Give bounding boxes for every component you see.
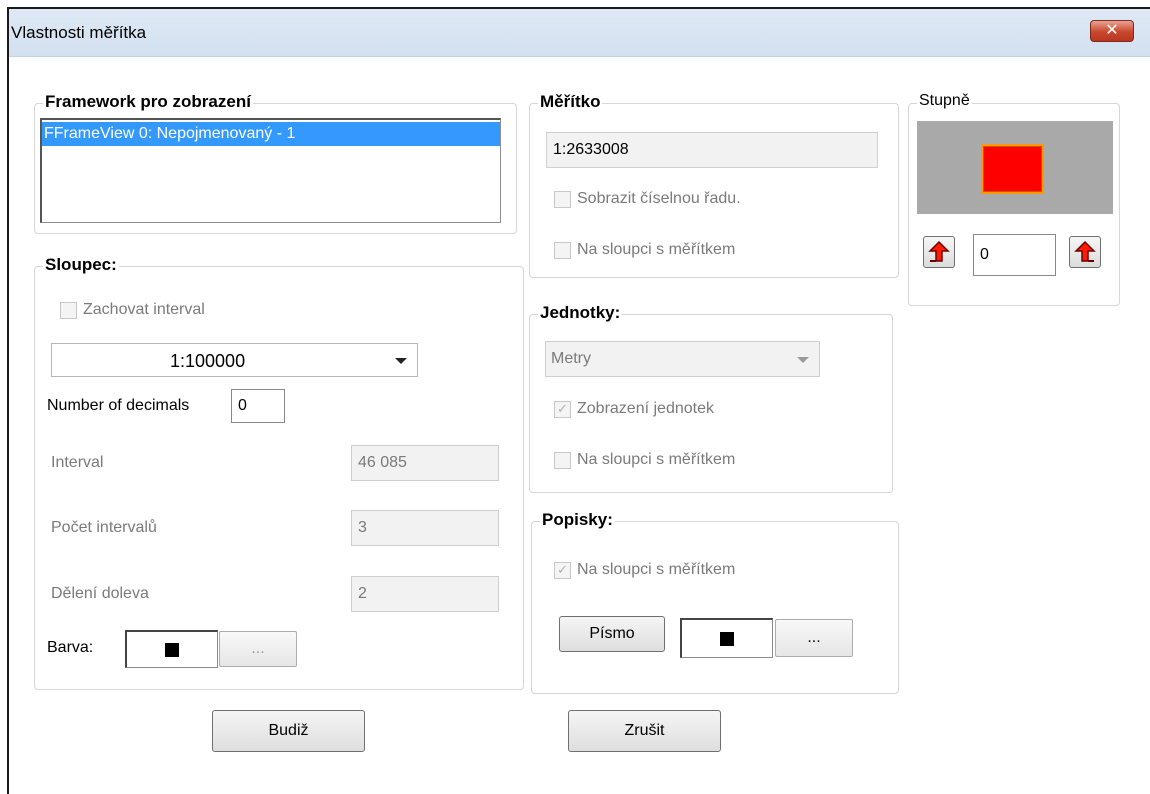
window-title: Vlastnosti měřítka xyxy=(11,23,147,42)
scale-select-value: 1:100000 xyxy=(170,351,246,371)
meritko-on-bar-box[interactable] xyxy=(554,241,571,259)
jednotky-group: Jednotky: Metry ✓ Zobrazení jednotek Na … xyxy=(529,303,893,493)
show-units-label: Zobrazení jednotek xyxy=(577,400,714,417)
units-on-bar-box[interactable] xyxy=(554,451,571,469)
labels-on-bar-box[interactable]: ✓ xyxy=(554,561,571,579)
show-series-label: Sobrazit číselnou řadu. xyxy=(577,190,741,207)
meritko-on-bar-checkbox[interactable]: Na sloupci s měřítkem xyxy=(554,241,735,259)
popisky-group: Popisky: ✓ Na sloupci s měřítkem Písmo .… xyxy=(531,510,899,694)
interval-label: Interval xyxy=(51,454,104,471)
arrow-up-right-icon xyxy=(1074,240,1096,262)
title-bar: Vlastnosti měřítka ✕ xyxy=(9,9,1150,57)
preview-color-square xyxy=(981,144,1044,194)
stupne-group-title: Stupně xyxy=(917,92,972,110)
show-series-checkbox[interactable]: Sobrazit číselnou řadu. xyxy=(554,190,741,208)
bar-color-swatch[interactable] xyxy=(125,630,218,668)
bar-color-button[interactable]: ... xyxy=(219,631,297,667)
rotate-left-button[interactable] xyxy=(923,236,955,268)
keep-interval-box[interactable] xyxy=(60,301,77,319)
color-square xyxy=(720,631,734,646)
meritko-group-title: Měřítko xyxy=(538,92,603,112)
chevron-down-icon xyxy=(797,357,809,363)
framework-list[interactable]: FFrameView 0: Nepojmenovaný - 1 xyxy=(40,118,501,223)
scale-value-input[interactable]: 1:2633008 xyxy=(546,132,878,168)
close-icon: ✕ xyxy=(1105,22,1119,39)
framework-group: Framework pro zobrazení FFrameView 0: Ne… xyxy=(34,92,517,234)
units-on-bar-label: Na sloupci s měřítkem xyxy=(577,451,736,468)
color-square xyxy=(165,642,179,657)
keep-interval-checkbox[interactable]: Zachovat interval xyxy=(60,301,205,319)
popisky-group-title: Popisky: xyxy=(540,510,615,530)
sloupec-group: Sloupec: Zachovat interval 1:100000 Numb… xyxy=(34,255,524,690)
count-label: Počet intervalů xyxy=(51,519,157,536)
show-series-box[interactable] xyxy=(554,190,571,208)
color-label: Barva: xyxy=(47,639,94,656)
labels-on-bar-label: Na sloupci s měřítkem xyxy=(577,561,736,578)
count-input[interactable]: 3 xyxy=(351,510,499,546)
units-select[interactable]: Metry xyxy=(545,341,820,377)
labels-color-button-label: ... xyxy=(807,629,821,646)
meritko-on-bar-label: Na sloupci s měřítkem xyxy=(577,241,736,258)
stupne-input[interactable]: 0 xyxy=(973,234,1056,276)
ok-button-label: Budiž xyxy=(268,722,309,739)
scale-select[interactable]: 1:100000 xyxy=(51,343,418,377)
left-div-label: Dělení doleva xyxy=(51,585,149,602)
arrow-up-left-icon xyxy=(928,240,950,262)
labels-color-button[interactable]: ... xyxy=(775,619,853,657)
rotate-right-button[interactable] xyxy=(1069,236,1101,268)
sloupec-group-title: Sloupec: xyxy=(43,255,119,275)
ok-button[interactable]: Budiž xyxy=(212,710,365,752)
chevron-down-icon xyxy=(395,358,407,364)
labels-on-bar-checkbox[interactable]: ✓ Na sloupci s měřítkem xyxy=(554,561,735,579)
decimals-input[interactable]: 0 xyxy=(231,389,285,423)
font-button-label: Písmo xyxy=(589,625,635,642)
units-select-value: Metry xyxy=(551,350,591,367)
show-units-checkbox[interactable]: ✓ Zobrazení jednotek xyxy=(554,400,714,418)
cancel-button-label: Zrušit xyxy=(624,722,665,739)
meritko-group: Měřítko 1:2633008 Sobrazit číselnou řadu… xyxy=(529,92,899,278)
font-button[interactable]: Písmo xyxy=(559,616,665,652)
labels-color-swatch[interactable] xyxy=(680,618,773,658)
show-units-box[interactable]: ✓ xyxy=(554,400,571,418)
decimals-label: Number of decimals xyxy=(47,397,190,414)
jednotky-group-title: Jednotky: xyxy=(538,303,623,323)
framework-list-item[interactable]: FFrameView 0: Nepojmenovaný - 1 xyxy=(42,122,500,146)
keep-interval-label: Zachovat interval xyxy=(83,301,205,318)
framework-group-title: Framework pro zobrazení xyxy=(43,92,253,112)
left-div-input[interactable]: 2 xyxy=(351,576,499,612)
stupne-preview xyxy=(917,121,1113,214)
stupne-group: Stupně 0 xyxy=(908,92,1120,306)
interval-input[interactable]: 46 085 xyxy=(351,445,499,481)
close-button[interactable]: ✕ xyxy=(1090,20,1134,42)
cancel-button[interactable]: Zrušit xyxy=(568,710,721,752)
bar-color-button-label: ... xyxy=(251,640,265,657)
scale-properties-dialog: Vlastnosti měřítka ✕ Framework pro zobra… xyxy=(7,7,1150,794)
units-on-bar-checkbox[interactable]: Na sloupci s měřítkem xyxy=(554,451,735,469)
dialog-body: Framework pro zobrazení FFrameView 0: Ne… xyxy=(9,58,1150,794)
